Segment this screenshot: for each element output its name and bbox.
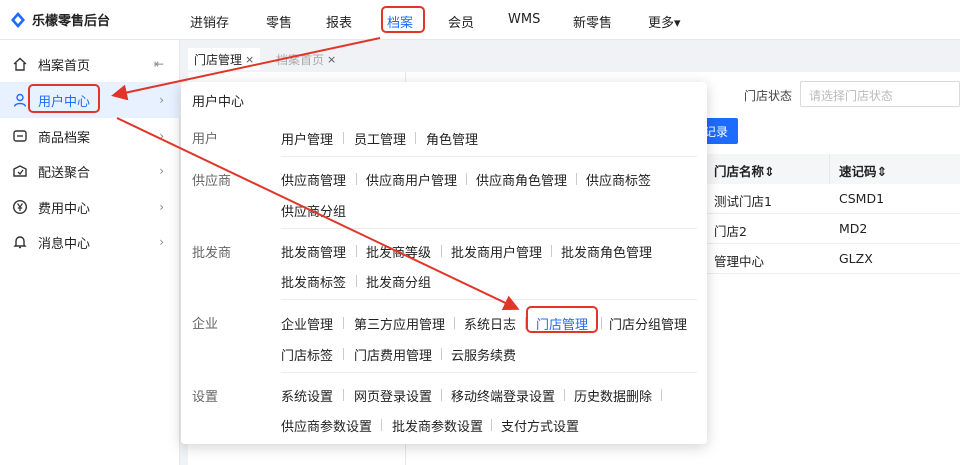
arrow-to-store-management xyxy=(116,117,520,311)
annotation-arrows xyxy=(111,37,520,311)
arrow-to-user-center xyxy=(111,37,381,101)
